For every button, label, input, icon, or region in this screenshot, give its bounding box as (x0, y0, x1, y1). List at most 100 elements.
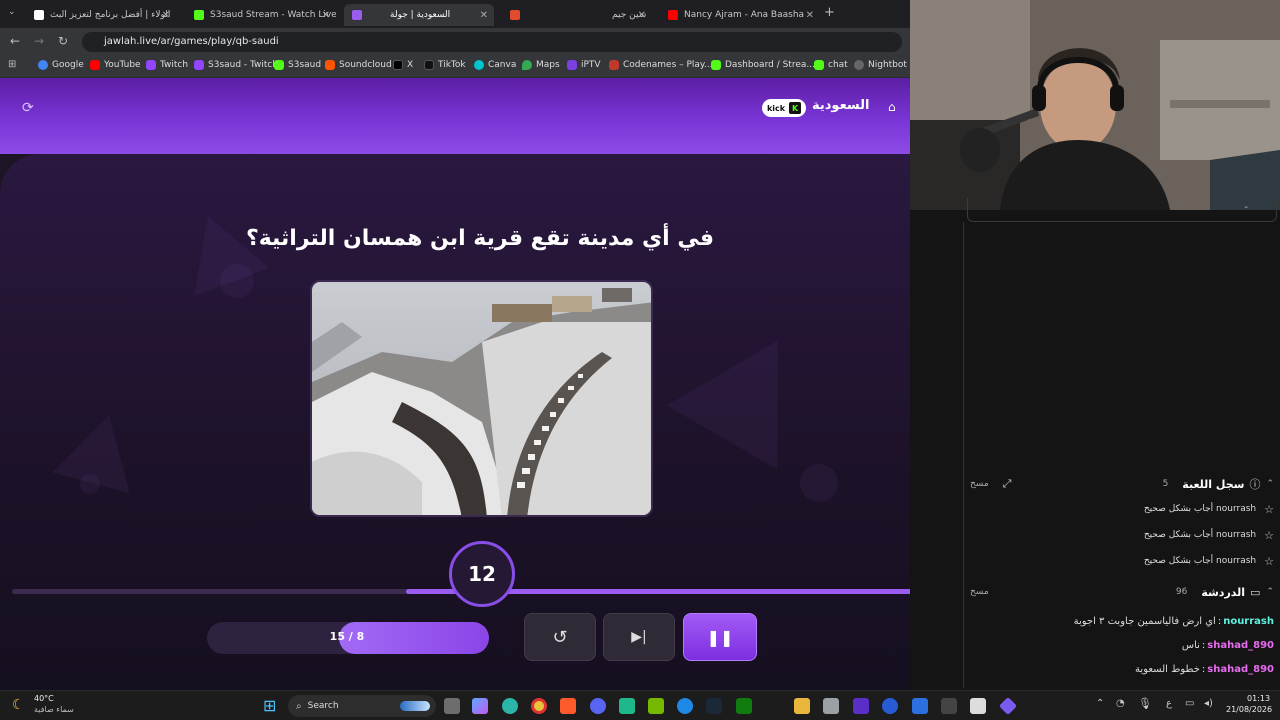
maps-icon (522, 60, 532, 70)
collapse-chevron-icon[interactable]: ⌃ (1266, 587, 1274, 597)
app-tray-icon[interactable]: ◔ (1116, 698, 1125, 709)
collapse-chevron-icon[interactable]: ⌃ (1266, 479, 1274, 489)
chat-username[interactable]: shahad_890 (1207, 664, 1274, 675)
nzxt-icon[interactable] (853, 698, 869, 714)
tab-0[interactable]: الولاء | أفضل برنامج لتعزيز البث ✕ (26, 4, 176, 26)
close-icon[interactable]: ✕ (322, 10, 330, 21)
bookmark-s3saud-twitch[interactable]: S3saud - Twitch (194, 60, 278, 70)
apps-grid-icon[interactable]: ⊞ (8, 59, 16, 70)
steam-icon[interactable] (706, 698, 722, 714)
bookmark-canva[interactable]: Canva (474, 60, 516, 70)
moon-weather-icon: ☾ (12, 697, 25, 713)
log-entry-text: nourrash أجاب بشكل صحيح (1143, 530, 1257, 540)
bookmark-google[interactable]: Google (38, 60, 84, 70)
webcam-image (910, 0, 1280, 210)
xbox-icon[interactable] (736, 698, 752, 714)
kick-badge[interactable]: kick K (762, 99, 806, 117)
bookmark-youtube[interactable]: YouTube (90, 60, 141, 70)
restart-button[interactable]: ↺ (524, 613, 596, 661)
chat-message-text: خطوط السعوية (1135, 663, 1200, 675)
taskbar-search[interactable]: ⌕ Search (288, 695, 436, 717)
star-icon[interactable]: ☆ (1264, 555, 1274, 568)
codenames-icon (609, 60, 619, 70)
keyboard-language[interactable]: ع (1166, 698, 1172, 709)
app-icon[interactable] (998, 696, 1018, 716)
skip-button[interactable]: ▶| (603, 613, 675, 661)
brave-icon[interactable] (560, 698, 576, 714)
chat-message: shahad_890 : ناس (1181, 639, 1274, 651)
file-explorer-icon[interactable] (794, 698, 810, 714)
chat-input-frame[interactable]: ‑ (967, 198, 1277, 222)
copilot-icon[interactable] (472, 698, 488, 714)
home-icon[interactable]: ⌂ (888, 100, 896, 114)
close-icon[interactable]: ✕ (638, 10, 646, 21)
tab-list-chevron-icon[interactable]: ⌄ (8, 7, 16, 17)
ea-icon[interactable] (882, 698, 898, 714)
kick-icon (274, 60, 284, 70)
header-title: السعودية (812, 98, 870, 113)
app-icon[interactable] (912, 698, 928, 714)
tab-2[interactable]: السعودية | جولة ✕ (344, 4, 494, 26)
microphone-icon[interactable]: 🎙 (1138, 697, 1152, 710)
bookmark-codenames[interactable]: Codenames – Play... (609, 60, 713, 70)
bookmark-s3saud[interactable]: S3saud (274, 60, 321, 70)
x-icon (393, 60, 403, 70)
pause-button[interactable]: ❚❚ (683, 613, 757, 661)
app-icon[interactable] (823, 698, 839, 714)
windows-start-icon[interactable]: ⊞ (263, 696, 276, 715)
bookmark-soundcloud[interactable]: Soundcloud (325, 60, 392, 70)
clock-date[interactable]: 21/08/2026 (1226, 705, 1272, 714)
bookmark-nightbot[interactable]: Nightbot (854, 60, 907, 70)
close-icon[interactable]: ✕ (806, 10, 814, 21)
app-icon[interactable] (619, 698, 635, 714)
chat-count: 96 (1175, 587, 1188, 597)
network-icon[interactable]: ▭ (1185, 698, 1194, 709)
chat-clear-button[interactable]: مسح (970, 587, 989, 597)
bookmark-maps[interactable]: Maps (522, 60, 560, 70)
tab-1[interactable]: S3saud Stream - Watch Live on ✕ (186, 4, 336, 26)
tab-label: Nancy Ajram - Ana Baasha (684, 10, 805, 20)
bookmark-chat[interactable]: chat (814, 60, 848, 70)
volume-icon[interactable]: ◂) (1204, 698, 1213, 709)
close-icon[interactable]: ✕ (480, 10, 488, 21)
nvidia-icon[interactable] (648, 698, 664, 714)
tab-3[interactable]: سين جيم ✕ (502, 4, 652, 26)
app-icon[interactable] (941, 698, 957, 714)
back-icon[interactable]: ← (10, 34, 20, 48)
overflow-dash-icon[interactable]: ‑ (1244, 202, 1248, 213)
bookmark-dashboard[interactable]: Dashboard / Strea... (711, 60, 815, 70)
bookmark-tiktok[interactable]: TikTok (424, 60, 466, 70)
log-entry: ☆ nourrash أجاب بشكل صحيح (970, 524, 1274, 546)
chat-username[interactable]: shahad_890 (1207, 640, 1274, 651)
star-icon[interactable]: ☆ (1264, 529, 1274, 542)
app-icon[interactable] (677, 698, 693, 714)
discord-icon[interactable] (590, 698, 606, 714)
pause-icon: ❚❚ (706, 627, 734, 647)
bookmark-iptv[interactable]: iPTV (567, 60, 601, 70)
reload-icon[interactable]: ↻ (58, 34, 68, 48)
google-icon (38, 60, 48, 70)
tiktok-icon (424, 60, 434, 70)
url-input[interactable]: jawlah.live/ar/games/play/qb-saudi (82, 32, 902, 52)
clock-time[interactable]: 01:13 (1247, 694, 1270, 703)
refresh-icon[interactable]: ⟳ (22, 100, 34, 116)
close-icon[interactable]: ✕ (162, 10, 170, 21)
bookmark-twitch[interactable]: Twitch (146, 60, 188, 70)
soundcloud-icon (325, 60, 335, 70)
restart-icon: ↺ (552, 626, 568, 648)
edge-icon[interactable] (502, 698, 518, 714)
tab-4[interactable]: Nancy Ajram - Ana Baasha ✕ (660, 4, 820, 26)
game-log-clear-button[interactable]: مسح (970, 479, 989, 489)
chat-username[interactable]: nourrash (1223, 616, 1274, 627)
star-icon[interactable]: ☆ (1264, 503, 1274, 516)
new-tab-button[interactable]: + (824, 5, 835, 20)
countdown-timer: 12 (449, 541, 515, 607)
log-entry-text: nourrash أجاب بشكل صحيح (1143, 504, 1257, 514)
expand-icon[interactable]: ⤢ (1003, 477, 1012, 491)
forward-icon[interactable]: → (34, 34, 44, 48)
tray-chevron-icon[interactable]: ⌃ (1096, 698, 1104, 709)
bookmark-x[interactable]: X (393, 60, 413, 70)
app-icon[interactable] (970, 698, 986, 714)
chrome-icon[interactable] (531, 698, 547, 714)
task-view-icon[interactable] (444, 698, 460, 714)
